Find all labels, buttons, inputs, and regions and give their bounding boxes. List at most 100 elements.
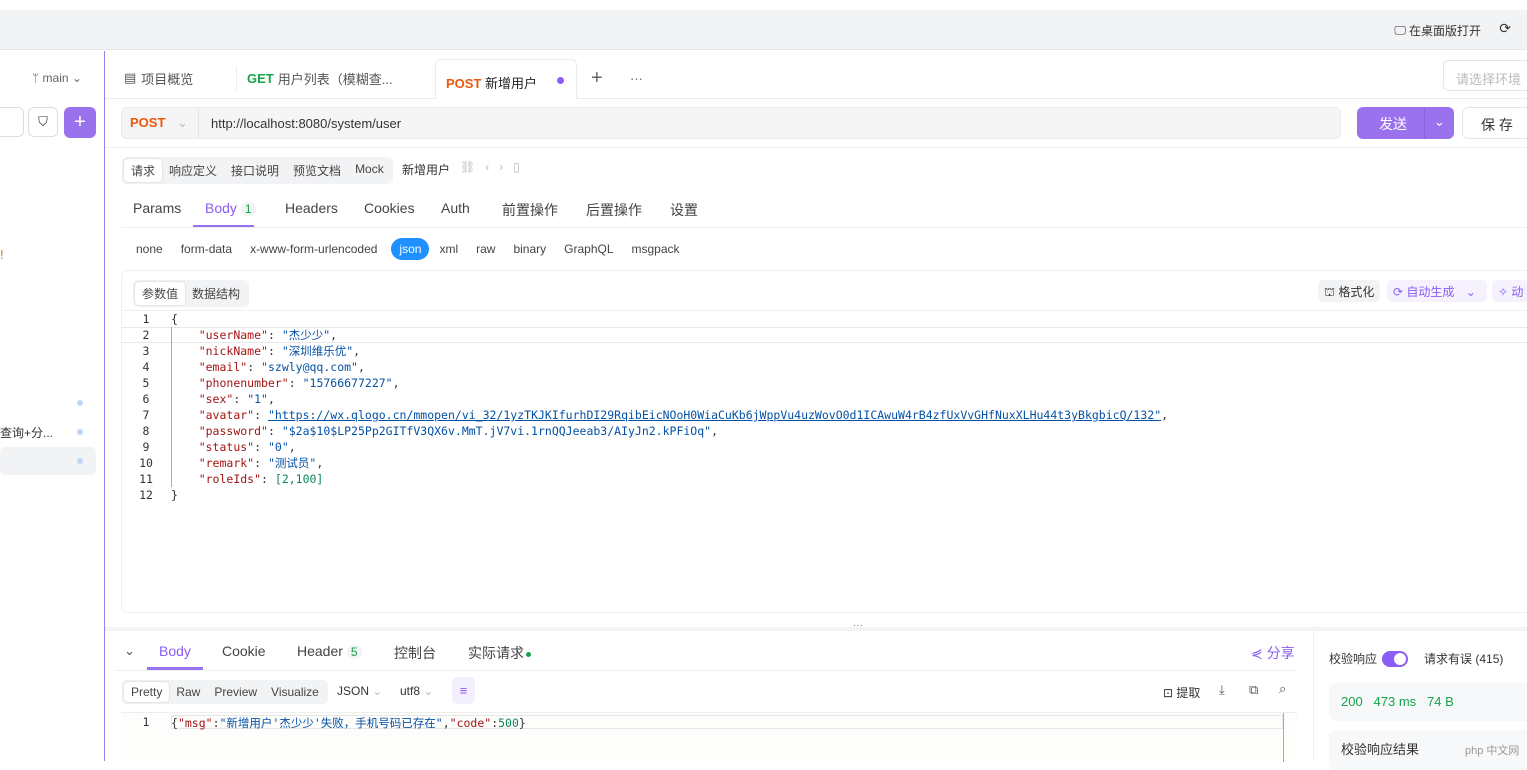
search-input[interactable]	[0, 107, 24, 137]
resp-tab-actual-request[interactable]: 实际请求	[468, 643, 531, 663]
tab-pre-ops[interactable]: 前置操作	[502, 200, 586, 220]
code-line: 8 "password": "$2a$10$LP25Pp2GITfV3QX6v.…	[121, 423, 1521, 439]
line-number: 1	[142, 715, 150, 729]
url-input[interactable]: http://localhost:8080/system/user	[211, 116, 401, 131]
save-button[interactable]: 保 存	[1462, 107, 1527, 139]
mode-visualize[interactable]: Visualize	[264, 682, 326, 702]
send-button[interactable]: 发送 ⌄	[1357, 107, 1454, 139]
mode-preview[interactable]: Preview	[207, 682, 264, 702]
json-key: "roleIds"	[171, 472, 262, 486]
tab-cookies[interactable]: Cookies	[364, 200, 441, 220]
body-type-raw[interactable]: raw	[468, 238, 503, 260]
body-type-binary[interactable]: binary	[505, 238, 554, 260]
search-icon[interactable]: ⌕	[1279, 681, 1286, 697]
open-desktop-button[interactable]: 🖵 在桌面版打开	[1394, 22, 1481, 39]
body-type-none[interactable]: none	[128, 238, 171, 260]
param-tabs: Params Body 1 Headers Cookies Auth 前置操作 …	[133, 200, 698, 220]
more-icon[interactable]: ···	[630, 58, 643, 98]
code-line: 7 "avatar": "https://wx.qlogo.cn/mmopen/…	[121, 407, 1521, 423]
resp-tab-console[interactable]: 控制台	[394, 643, 468, 663]
link-icon[interactable]: ⛓	[460, 160, 485, 174]
json-key-text: avatar	[205, 408, 248, 422]
body-type-form-data[interactable]: form-data	[173, 238, 240, 260]
environment-select[interactable]: 请选择环境	[1443, 60, 1527, 91]
response-time: 473 ms	[1373, 694, 1417, 709]
divider	[1313, 631, 1314, 761]
method-select[interactable]: POST ⌄	[122, 108, 199, 138]
autogen-button[interactable]: ⟳ 自动生成 ⌄	[1387, 280, 1487, 302]
resp-tab-cookie[interactable]: Cookie	[222, 643, 297, 663]
tab-auth[interactable]: Auth	[441, 200, 502, 220]
filter-icon[interactable]: ⛉	[28, 107, 58, 137]
tab-post-add-user[interactable]: POST 新增用户	[435, 59, 577, 99]
panel-icon[interactable]: ▯	[513, 160, 530, 174]
copy-icon[interactable]: ⧉	[1249, 682, 1258, 698]
line-number: 10	[139, 456, 153, 470]
code-line: 2 "userName": "杰少少",	[121, 327, 1521, 343]
json-value: "深圳维乐优"	[281, 344, 354, 358]
request-subtabs: 请求 响应定义 接口说明 预览文档 Mock	[122, 157, 393, 184]
body-type-json[interactable]: json	[391, 238, 430, 260]
subtab-mock[interactable]: Mock	[348, 159, 391, 182]
response-json: {"msg":"新增用户'杰少少'失败，手机号码已存在","code":500}	[171, 716, 526, 730]
scrollbar[interactable]	[1283, 713, 1284, 762]
code-line: 4 "email": "szwly@qq.com",	[121, 359, 1521, 375]
mode-raw[interactable]: Raw	[169, 682, 207, 702]
add-button[interactable]: +	[64, 107, 96, 138]
download-icon[interactable]: ⤓	[1219, 682, 1225, 698]
url-bar: POST ⌄ http://localhost:8080/system/user	[121, 107, 1341, 139]
subtab-api-desc[interactable]: 接口说明	[224, 159, 286, 182]
sidebar-item-active[interactable]	[0, 447, 96, 475]
resp-tab-header[interactable]: Header 5	[297, 643, 394, 663]
json-key: "phonenumber"	[171, 376, 289, 390]
json-value: "15766677227"	[302, 376, 393, 390]
response-tabs: Body Cookie Header 5 控制台 实际请求	[159, 643, 531, 663]
subtab-preview-doc[interactable]: 预览文档	[286, 159, 348, 182]
branch-selector[interactable]: ᛘ main ⌄	[32, 71, 82, 85]
resp-tab-body[interactable]: Body	[159, 643, 222, 663]
wrap-lines-icon[interactable]: ≡	[452, 677, 475, 704]
subtab-request[interactable]: 请求	[124, 159, 163, 182]
tab-project-overview[interactable]: ▤ 项目概览	[124, 58, 193, 98]
chevron-down-icon: ⌄	[177, 115, 188, 130]
format-button[interactable]: ⛫ 格式化	[1318, 280, 1381, 302]
tab-body[interactable]: Body 1	[205, 200, 285, 220]
body-type-xml[interactable]: xml	[431, 238, 466, 260]
collapse-icon[interactable]: ⌄	[124, 643, 135, 659]
json-key: "avatar"	[171, 408, 255, 422]
body-type-urlencoded[interactable]: x-www-form-urlencoded	[242, 238, 385, 260]
dynamic-value-button[interactable]: ✧ 动	[1492, 280, 1527, 302]
mode-values[interactable]: 参数值	[135, 282, 186, 305]
code-line: 1{	[121, 311, 1521, 327]
share-button[interactable]: ⋞ 分享	[1251, 643, 1295, 663]
divider	[121, 227, 1527, 228]
mode-pretty[interactable]: Pretty	[124, 682, 170, 702]
validate-toggle[interactable]	[1382, 650, 1409, 667]
share-icon: ⋞	[1251, 645, 1263, 661]
body-type-graphql[interactable]: GraphQL	[556, 238, 621, 260]
code-line: 5 "phonenumber": "15766677227",	[121, 375, 1521, 391]
subtab-response-def[interactable]: 响应定义	[162, 159, 224, 182]
code-text: "roleIds": [2,100]	[171, 472, 324, 486]
format-select[interactable]: JSON ⌄	[337, 684, 382, 698]
tab-get-user-list[interactable]: GET 用户列表（模糊查...	[247, 58, 393, 98]
tab-params[interactable]: Params	[133, 200, 205, 220]
line-number: 11	[139, 472, 153, 486]
tab-post-ops[interactable]: 后置操作	[586, 200, 670, 220]
encoding-select[interactable]: utf8 ⌄	[400, 684, 433, 698]
code-text: "nickName": "深圳维乐优",	[171, 344, 361, 358]
body-type-msgpack[interactable]: msgpack	[624, 238, 688, 260]
response-size: 74 B	[1427, 694, 1454, 709]
new-tab-button[interactable]: +	[591, 58, 603, 98]
drag-handle-icon[interactable]: ···	[853, 620, 863, 631]
mode-schema[interactable]: 数据结构	[185, 282, 247, 305]
status-dot	[77, 429, 83, 435]
tab-settings[interactable]: 设置	[670, 200, 698, 220]
sidebar-item[interactable]: 查询+分...	[0, 424, 53, 441]
tab-headers[interactable]: Headers	[285, 200, 364, 220]
refresh-icon[interactable]: ⟳	[1499, 20, 1511, 37]
code-icon[interactable]: ‹›	[485, 160, 513, 174]
send-dropdown[interactable]: ⌄	[1424, 107, 1454, 139]
response-body-editor[interactable]: 1 {"msg":"新增用户'杰少少'失败，手机号码已存在","code":50…	[121, 712, 1297, 762]
extract-button[interactable]: ⊡ 提取	[1163, 684, 1200, 701]
